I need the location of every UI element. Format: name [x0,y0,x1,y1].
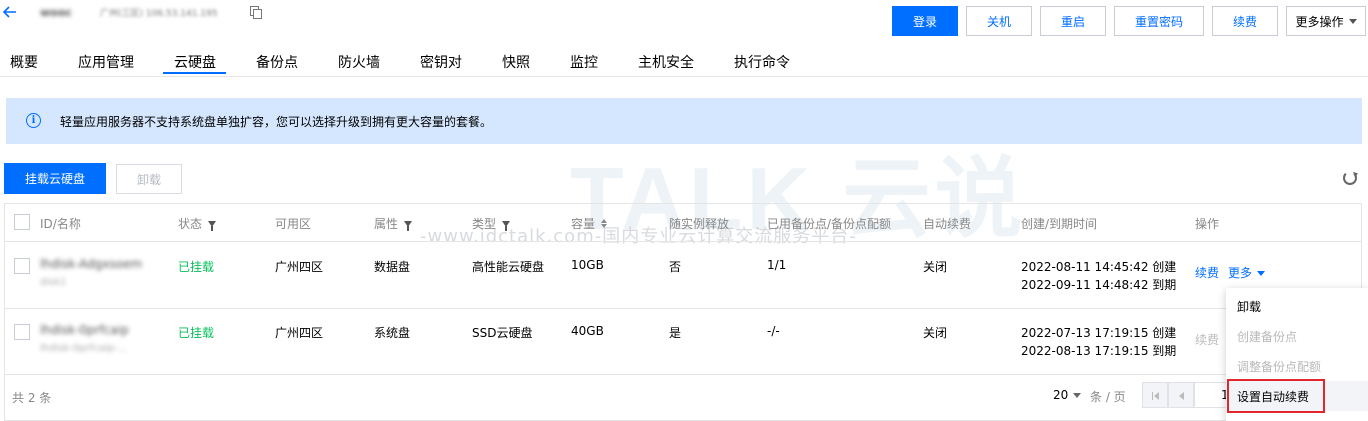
row-divider [5,308,1361,309]
row-more-label: 更多 [1228,266,1253,280]
refresh-icon[interactable] [1343,171,1357,185]
unmount-button[interactable]: 卸载 [116,164,182,194]
backup-quota-cell: 1/1 [767,258,787,272]
created-time: 2022-07-13 17:19:15 创建 [1021,326,1177,340]
reset-password-button[interactable]: 重置密码 [1114,6,1204,36]
row-divider [5,374,1361,375]
prev-page-button[interactable] [1168,382,1194,408]
chevron-down-icon [1348,18,1357,24]
more-actions-button[interactable]: 更多操作 [1286,6,1366,36]
filter-icon[interactable] [502,220,511,231]
col-attribute[interactable]: 属性 [374,215,413,232]
tab-app-management[interactable]: 应用管理 [78,52,134,72]
info-notice: i 轻量应用服务器不支持系统盘单独扩容，您可以选择升级到拥有更大容量的套餐。 [6,98,1362,144]
shutdown-button[interactable]: 关机 [966,6,1032,36]
col-auto-renew: 自动续费 [923,217,972,231]
attribute-cell: 数据盘 [374,260,411,274]
page-size-select[interactable]: 20 [1053,388,1082,402]
prev-page-icon [1179,388,1184,402]
tab-overview[interactable]: 概要 [10,52,38,72]
backup-quota-cell: -/- [767,324,780,338]
tab-firewall[interactable]: 防火墙 [338,52,380,72]
restart-button[interactable]: 重启 [1040,6,1106,36]
sort-icon[interactable] [601,219,608,228]
tab-backup-point[interactable]: 备份点 [256,52,298,72]
login-button[interactable]: 登录 [892,6,958,36]
col-operation: 操作 [1195,217,1220,231]
status-badge: 已挂载 [178,326,215,340]
status-badge: 已挂载 [178,260,215,274]
first-page-icon [1152,388,1159,402]
menu-item-unmount[interactable]: 卸载 [1237,298,1261,315]
col-type[interactable]: 类型 [472,215,511,232]
release-cell: 是 [669,326,682,340]
tab-snapshot[interactable]: 快照 [502,52,530,72]
row-more-link[interactable]: 更多 [1228,264,1266,281]
total-count: 共 2 条 [12,391,52,405]
row-checkbox[interactable] [14,258,30,274]
highlight-annotation-box [1227,379,1325,413]
tab-host-security[interactable]: 主机安全 [638,52,694,72]
notice-text: 轻量应用服务器不支持系统盘单独扩容，您可以选择升级到拥有更大容量的套餐。 [60,115,493,129]
instance-name: wooc [40,6,72,19]
tab-key-pair[interactable]: 密钥对 [420,52,462,72]
type-cell: 高性能云硬盘 [472,260,545,274]
copy-icon[interactable] [250,6,262,19]
first-page-button[interactable] [1142,382,1168,408]
capacity-cell: 10GB [571,258,604,272]
attribute-cell: 系统盘 [374,326,411,340]
created-time: 2022-08-11 14:45:42 创建 [1021,260,1177,274]
col-capacity[interactable]: 容量 [571,215,608,232]
instance-region-ip: 广州(三区) 106.53.141.195 [100,9,218,19]
per-page-label: 条 / 页 [1090,390,1126,404]
expire-time: 2022-08-13 17:19:15 到期 [1021,344,1177,358]
select-all-checkbox[interactable] [14,214,30,230]
filter-icon[interactable] [404,220,413,231]
tab-cloud-disk[interactable]: 云硬盘 [174,52,216,72]
col-created-expire: 创建/到期时间 [1021,217,1098,231]
zone-cell: 广州四区 [275,260,324,274]
page-number-input[interactable]: 1 [1194,382,1230,408]
info-icon: i [26,113,41,128]
menu-item-adjust-backup-quota: 调整备份点配额 [1237,360,1322,374]
active-tab-indicator [163,72,226,74]
header-divider [5,241,1361,242]
top-bar: wooc 广州(三区) 106.53.141.195 登录 关机 重启 重置密码… [0,0,1368,44]
chevron-down-icon [1073,392,1082,398]
tab-monitoring[interactable]: 监控 [570,52,598,72]
col-status[interactable]: 状态 [178,215,217,232]
col-zone: 可用区 [275,217,312,231]
col-capacity-label: 容量 [571,217,596,231]
expire-time: 2022-09-11 14:48:42 到期 [1021,278,1177,292]
auto-renew-cell: 关闭 [923,326,948,340]
col-id-name: ID/名称 [40,217,81,231]
col-backup-quota: 已用备份点/备份点配额 [767,217,892,231]
release-cell: 否 [669,260,682,274]
type-cell: SSD云硬盘 [472,326,533,340]
capacity-cell: 40GB [571,324,604,338]
page-size-value: 20 [1053,388,1069,402]
disk-id[interactable]: lhdisk-Adgxsoem [40,257,142,271]
col-attribute-label: 属性 [374,217,399,231]
menu-item-create-backup: 创建备份点 [1237,330,1298,344]
row-renew-link[interactable]: 续费 [1195,331,1219,348]
col-release-with-instance: 随实例释放 [669,217,730,231]
row-checkbox[interactable] [14,324,30,340]
disk-name: disk1 [40,277,67,288]
col-type-label: 类型 [472,217,497,231]
filter-icon[interactable] [208,220,217,231]
tab-execute-command[interactable]: 执行命令 [734,52,790,72]
col-status-label: 状态 [178,217,203,231]
row-renew-link[interactable]: 续费 [1195,264,1219,281]
zone-cell: 广州四区 [275,326,324,340]
back-arrow-icon[interactable] [2,4,18,20]
mount-disk-button[interactable]: 挂载云硬盘 [4,163,106,194]
disk-name: lhdisk-0prfcaip-... [40,343,128,354]
disk-id[interactable]: lhdisk-0prfcaip [40,323,129,337]
tabs-divider [0,76,1368,77]
renew-button[interactable]: 续费 [1212,6,1278,36]
more-actions-label: 更多操作 [1295,14,1344,29]
chevron-down-icon [1257,271,1266,276]
auto-renew-cell: 关闭 [923,260,948,274]
